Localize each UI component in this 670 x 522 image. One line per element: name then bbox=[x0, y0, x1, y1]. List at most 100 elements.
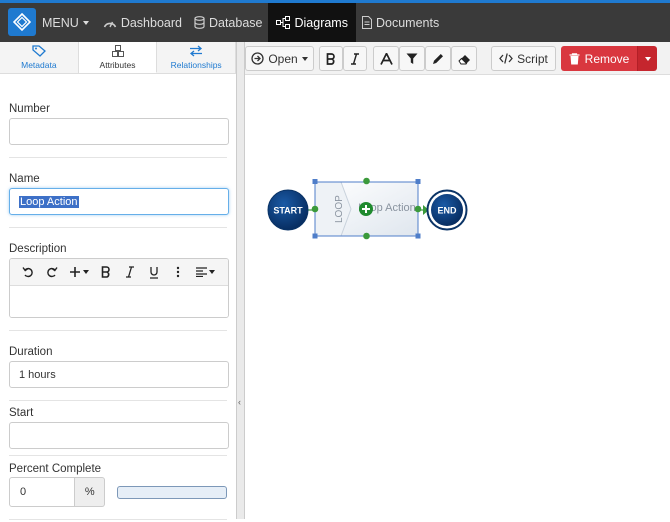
start-label: Start bbox=[9, 407, 34, 419]
diagram-toolbar: Open Script Remove bbox=[245, 42, 670, 75]
eraser-icon bbox=[457, 54, 470, 64]
resize-handle[interactable] bbox=[312, 179, 318, 184]
remove-dropdown-toggle[interactable] bbox=[637, 46, 657, 71]
nav-dashboard-label: Dashboard bbox=[120, 15, 182, 30]
diagram-canvas[interactable]: START LOOP Loop Action END bbox=[245, 75, 670, 519]
align-button[interactable] bbox=[190, 262, 220, 282]
remove-button-label: Remove bbox=[584, 51, 630, 66]
bold-button[interactable] bbox=[94, 262, 118, 282]
diagram-icon bbox=[276, 16, 291, 29]
script-button[interactable]: Script bbox=[491, 46, 556, 71]
tab-relationships[interactable]: Relationships bbox=[157, 42, 237, 73]
script-button-label: Script bbox=[517, 51, 548, 66]
insert-button[interactable] bbox=[64, 262, 94, 282]
cubes-icon bbox=[111, 44, 124, 57]
resize-handle[interactable] bbox=[415, 179, 421, 184]
open-button-label: Open bbox=[268, 51, 298, 66]
duration-field-group: Duration 1 hours bbox=[9, 331, 229, 401]
font-button[interactable] bbox=[373, 46, 399, 71]
resize-handle[interactable] bbox=[415, 233, 421, 239]
document-icon bbox=[361, 16, 372, 29]
add-child-button[interactable] bbox=[359, 202, 373, 216]
italic-icon bbox=[126, 266, 134, 278]
end-node-label: END bbox=[437, 206, 457, 216]
redo-button[interactable] bbox=[40, 262, 64, 282]
name-input-value: Loop Action bbox=[19, 195, 79, 208]
redo-icon bbox=[47, 267, 58, 278]
properties-panel: Metadata Attributes Relationships Number… bbox=[0, 42, 237, 520]
remove-button-group: Remove bbox=[561, 46, 657, 71]
number-input[interactable] bbox=[9, 118, 229, 145]
start-node-label: START bbox=[273, 206, 303, 216]
main-menu-label: MENU bbox=[42, 15, 79, 30]
top-nav: MENU Dashboard Database Diagrams Documen… bbox=[0, 0, 670, 42]
number-label: Number bbox=[9, 103, 50, 115]
start-node[interactable]: START bbox=[267, 189, 309, 231]
more-vertical-icon bbox=[176, 266, 180, 278]
chevron-down-icon bbox=[301, 56, 308, 61]
description-label: Description bbox=[9, 243, 67, 255]
italic-button[interactable] bbox=[343, 46, 367, 71]
name-input[interactable]: Loop Action bbox=[9, 188, 229, 215]
eraser-button[interactable] bbox=[451, 46, 477, 71]
end-node[interactable]: END bbox=[426, 189, 468, 231]
bold-button[interactable] bbox=[319, 46, 343, 71]
resize-handle[interactable] bbox=[312, 233, 318, 239]
nav-documents-label: Documents bbox=[375, 15, 440, 30]
percent-field-group: Percent Complete 0 % bbox=[9, 456, 228, 520]
database-icon bbox=[194, 16, 205, 29]
remove-button[interactable]: Remove bbox=[561, 46, 637, 71]
panel-splitter[interactable]: ‹ bbox=[237, 42, 245, 519]
start-field-group: Start bbox=[9, 401, 229, 456]
tab-metadata[interactable]: Metadata bbox=[0, 42, 79, 73]
open-button[interactable]: Open bbox=[245, 46, 314, 71]
undo-icon bbox=[22, 267, 33, 278]
pencil-icon bbox=[433, 53, 443, 64]
percent-label: Percent Complete bbox=[9, 463, 102, 475]
pencil-button[interactable] bbox=[425, 46, 451, 71]
name-field-group: Name Loop Action bbox=[9, 158, 229, 228]
nav-dashboard[interactable]: Dashboard bbox=[97, 3, 188, 42]
app-logo[interactable] bbox=[8, 8, 36, 36]
connection-point[interactable] bbox=[363, 177, 370, 185]
description-input[interactable] bbox=[10, 286, 228, 317]
italic-icon bbox=[351, 52, 359, 65]
percent-unit: % bbox=[75, 477, 106, 507]
tab-attributes-label: Attributes bbox=[99, 59, 136, 70]
duration-input[interactable]: 1 hours bbox=[9, 361, 229, 388]
tab-attributes[interactable]: Attributes bbox=[78, 42, 158, 73]
nav-diagrams[interactable]: Diagrams bbox=[268, 3, 356, 42]
underline-button[interactable] bbox=[142, 262, 166, 282]
code-icon bbox=[499, 53, 514, 64]
connection-point[interactable] bbox=[414, 205, 422, 213]
percent-row: 0 % bbox=[9, 477, 228, 507]
align-left-icon bbox=[195, 267, 207, 277]
nav-documents[interactable]: Documents bbox=[356, 3, 445, 42]
font-icon bbox=[379, 52, 393, 65]
chevron-down-icon bbox=[82, 20, 89, 25]
start-input[interactable] bbox=[9, 422, 229, 449]
tab-metadata-label: Metadata bbox=[21, 60, 57, 70]
collapse-left-icon[interactable]: ‹ bbox=[238, 397, 241, 407]
connection-point[interactable] bbox=[311, 205, 319, 213]
more-options-button[interactable] bbox=[166, 262, 190, 282]
tab-relationships-label: Relationships bbox=[170, 60, 222, 70]
editor-toolbar bbox=[10, 259, 228, 286]
filter-button[interactable] bbox=[399, 46, 425, 71]
plus-icon bbox=[70, 267, 80, 277]
undo-button[interactable] bbox=[16, 262, 40, 282]
nav-diagrams-label: Diagrams bbox=[294, 15, 348, 30]
dashboard-icon bbox=[103, 21, 117, 27]
filter-icon bbox=[406, 53, 418, 64]
connection-point[interactable] bbox=[363, 232, 370, 240]
underline-icon bbox=[150, 266, 158, 279]
description-field-group: Description bbox=[9, 228, 229, 331]
italic-button[interactable] bbox=[118, 262, 142, 282]
nav-database-label: Database bbox=[208, 15, 263, 30]
attribute-form: Number Name Loop Action Description Dura… bbox=[0, 74, 236, 520]
main-menu-button[interactable]: MENU bbox=[40, 3, 97, 42]
percent-input[interactable]: 0 bbox=[9, 477, 76, 507]
bold-icon bbox=[101, 266, 110, 278]
nav-database[interactable]: Database bbox=[188, 3, 269, 42]
name-label: Name bbox=[9, 173, 40, 185]
